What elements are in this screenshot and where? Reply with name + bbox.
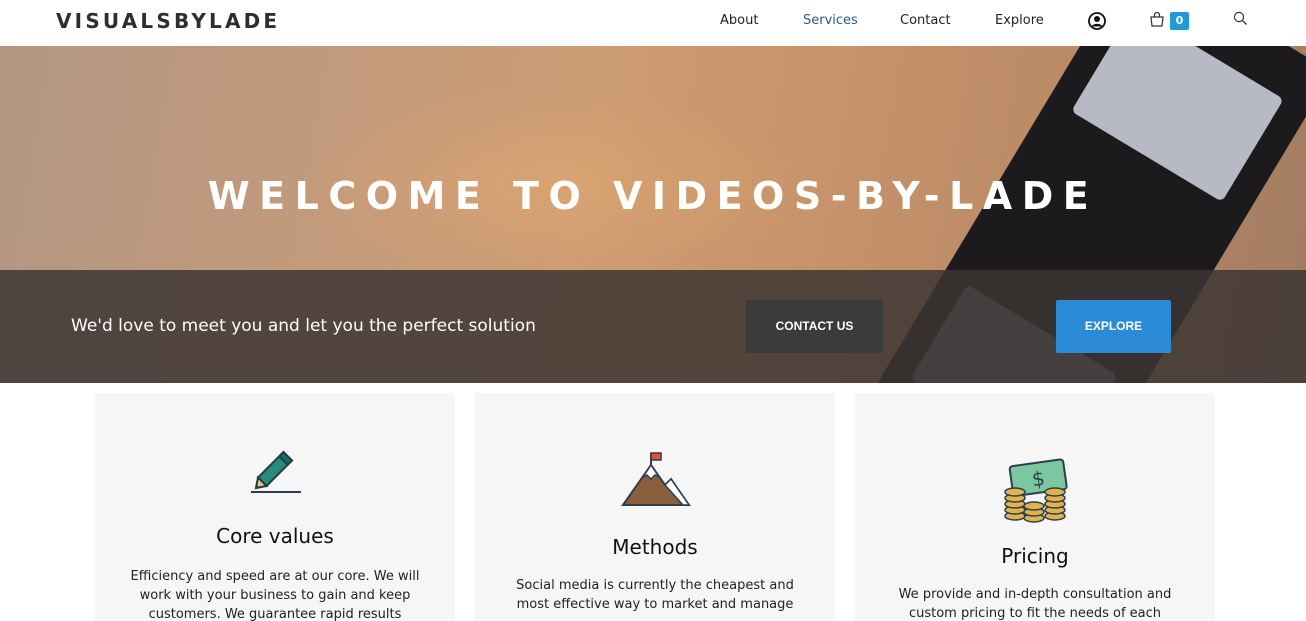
hero-cta-band: We'd love to meet you and let you the pe… [0, 270, 1306, 383]
mountain-flag-icon [621, 452, 691, 506]
site-logo[interactable]: VISUALSBYLADE [56, 9, 280, 33]
shopping-bag-icon[interactable] [1149, 11, 1165, 27]
nav-link-explore[interactable]: Explore [995, 13, 1044, 28]
nav-link-about[interactable]: About [720, 13, 758, 28]
hero-title: WELCOME TO VIDEOS-BY-LADE [207, 174, 1099, 218]
nav-link-contact[interactable]: Contact [900, 13, 951, 28]
card-title: Pricing [1001, 544, 1069, 568]
card-text: Social media is currently the cheapest a… [516, 578, 794, 612]
explore-button[interactable]: EXPLORE [1056, 300, 1171, 353]
card-title: Core values [216, 524, 334, 548]
contact-us-button[interactable]: CONTACT US [746, 300, 883, 353]
cart-count-badge[interactable]: 0 [1170, 12, 1189, 30]
hero-banner: WELCOME TO VIDEOS-BY-LADE We'd love to m… [0, 46, 1306, 383]
card-methods: Methods Social media is currently the ch… [475, 393, 835, 621]
nav-link-services[interactable]: Services [803, 13, 858, 28]
card-text: Efficiency and speed are at our core. We… [130, 569, 420, 621]
card-pricing: $ Pricing We provide and in-depth consul… [855, 393, 1215, 621]
card-title: Methods [612, 535, 698, 559]
money-coins-icon: $ [1004, 458, 1068, 523]
search-icon[interactable] [1233, 11, 1248, 26]
hero-tagline: We'd love to meet you and let you the pe… [71, 316, 536, 336]
card-text: We provide and in-depth consultation and… [898, 587, 1172, 621]
card-core-values: Core values Efficiency and speed are at … [95, 393, 455, 621]
site-header: VISUALSBYLADE About Services Contact Exp… [0, 0, 1306, 46]
pencil-icon [251, 450, 301, 493]
user-icon[interactable] [1088, 12, 1106, 30]
